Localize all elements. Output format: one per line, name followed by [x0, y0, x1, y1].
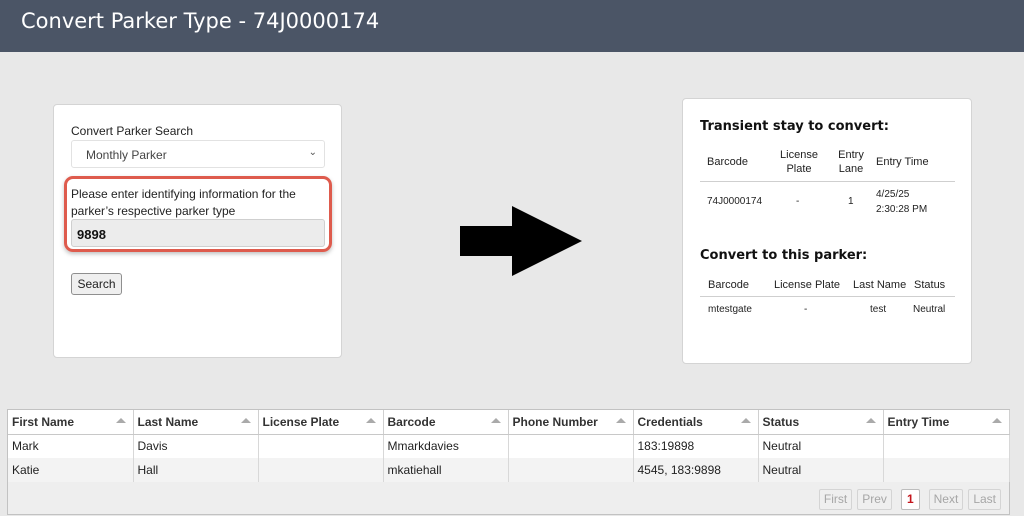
- convert-last-name: test: [870, 304, 887, 315]
- divider: [700, 296, 955, 297]
- cell-last-name: Hall: [133, 458, 259, 482]
- first-page-button[interactable]: First: [818, 488, 853, 510]
- search-button[interactable]: Search: [71, 273, 122, 295]
- sort-icon: [490, 418, 501, 423]
- results-grid: First Name Last Name License Plate Barco…: [7, 409, 1010, 515]
- transient-col-entry-lane: Entry Lane: [838, 149, 864, 175]
- convert-col-license-plate: License Plate: [774, 279, 841, 291]
- column-header-label: License Plate: [262, 414, 340, 429]
- cell-credentials: 4545, 183:9898: [633, 458, 759, 482]
- cell-first-name: Katie: [8, 458, 134, 482]
- column-header-phone-number[interactable]: Phone Number: [508, 410, 634, 435]
- transient-title: Transient stay to convert:: [700, 119, 889, 134]
- sort-icon: [865, 418, 876, 423]
- column-header-license-plate[interactable]: License Plate: [258, 410, 384, 435]
- column-header-label: Entry Time: [887, 414, 950, 429]
- column-header-label: Last Name: [137, 414, 199, 429]
- sort-icon: [740, 418, 751, 423]
- cell-phone-number: [508, 434, 634, 458]
- search-label: Convert Parker Search: [71, 124, 194, 138]
- cell-entry-time: [883, 434, 1010, 458]
- right-arrow-icon: [460, 206, 582, 276]
- identifier-input[interactable]: 9898: [71, 219, 325, 247]
- transient-col-license-plate: License Plate: [780, 149, 818, 175]
- sort-icon: [115, 418, 126, 423]
- identifier-input-value: 9898: [77, 227, 106, 242]
- cell-status: Neutral: [758, 458, 884, 482]
- cell-barcode: Mmarkdavies: [383, 434, 509, 458]
- identifier-prompt: Please enter identifying information for…: [71, 187, 296, 218]
- last-page-button[interactable]: Last: [968, 488, 1001, 510]
- cell-status: Neutral: [758, 434, 884, 458]
- conversion-summary-card: Transient stay to convert: Barcode Licen…: [682, 98, 972, 364]
- sort-icon: [991, 418, 1002, 423]
- transient-col-entry-time: Entry Time: [876, 156, 929, 168]
- sort-icon: [365, 418, 376, 423]
- sort-icon: [615, 418, 626, 423]
- cell-entry-time: [883, 458, 1010, 482]
- cell-barcode: mkatiehall: [383, 458, 509, 482]
- divider: [700, 181, 955, 182]
- search-card: Convert Parker Search Monthly Parker ⌄ P…: [53, 104, 342, 358]
- transient-col-barcode: Barcode: [707, 156, 748, 168]
- column-header-credentials[interactable]: Credentials: [633, 410, 759, 435]
- convert-to-title: Convert to this parker:: [700, 248, 868, 263]
- pagination: First Prev 1 Next Last: [818, 488, 1001, 510]
- page-header: Convert Parker Type - 74J0000174: [0, 0, 1024, 52]
- transient-entry-time: 4/25/25 2:30:28 PM: [876, 189, 928, 215]
- convert-status: Neutral: [913, 304, 946, 315]
- convert-col-barcode: Barcode: [708, 279, 749, 291]
- column-header-label: Status: [762, 414, 800, 429]
- convert-col-last-name: Last Name: [853, 279, 907, 291]
- column-header-label: Phone Number: [512, 414, 598, 429]
- transient-license-plate: -: [796, 196, 800, 207]
- page-title: Convert Parker Type - 74J0000174: [21, 9, 380, 33]
- column-header-barcode[interactable]: Barcode: [383, 410, 509, 435]
- table-header-row: First Name Last Name License Plate Barco…: [8, 410, 1010, 435]
- sort-icon: [240, 418, 251, 423]
- column-header-label: First Name: [12, 414, 75, 429]
- column-header-first-name[interactable]: First Name: [8, 410, 134, 435]
- next-page-button[interactable]: Next: [928, 488, 964, 510]
- column-header-last-name[interactable]: Last Name: [133, 410, 259, 435]
- current-page-button[interactable]: 1: [900, 488, 920, 510]
- column-header-label: Barcode: [387, 414, 436, 429]
- results-table: First Name Last Name License Plate Barco…: [8, 410, 1010, 482]
- column-header-label: Credentials: [637, 414, 703, 429]
- chevron-down-icon: ⌄: [308, 147, 317, 158]
- parker-type-select[interactable]: Monthly Parker ⌄: [71, 140, 325, 168]
- transient-barcode: 74J0000174: [707, 196, 763, 207]
- transient-entry-lane: 1: [848, 196, 854, 207]
- cell-first-name: Mark: [8, 434, 134, 458]
- convert-license-plate: -: [804, 304, 808, 315]
- table-row[interactable]: Katie Hall mkatiehall 4545, 183:9898 Neu…: [8, 458, 1010, 482]
- cell-last-name: Davis: [133, 434, 259, 458]
- prev-page-button[interactable]: Prev: [857, 488, 892, 510]
- column-header-entry-time[interactable]: Entry Time: [883, 410, 1010, 435]
- column-header-status[interactable]: Status: [758, 410, 884, 435]
- cell-license-plate: [258, 434, 384, 458]
- cell-credentials: 183:19898: [633, 434, 759, 458]
- convert-col-status: Status: [914, 279, 946, 291]
- cell-phone-number: [508, 458, 634, 482]
- cell-license-plate: [258, 458, 384, 482]
- convert-barcode: mtestgate: [708, 304, 752, 315]
- parker-type-value: Monthly Parker: [86, 148, 167, 162]
- table-row[interactable]: Mark Davis Mmarkdavies 183:19898 Neutral: [8, 434, 1010, 458]
